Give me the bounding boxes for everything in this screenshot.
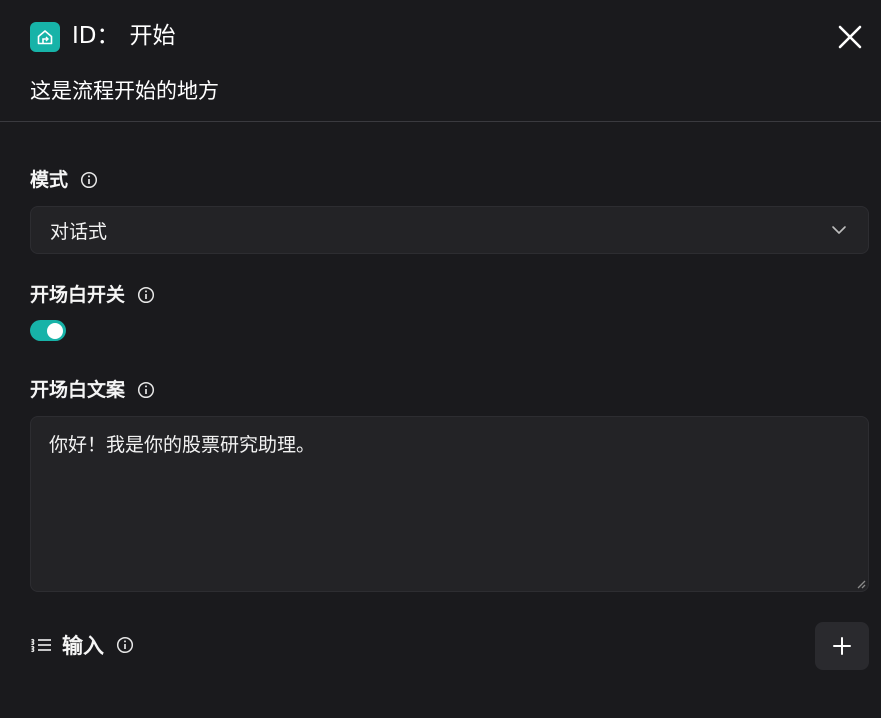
info-icon[interactable]: [137, 286, 155, 304]
plus-icon: [833, 637, 851, 655]
opening-switch-toggle[interactable]: [30, 320, 66, 341]
id-label: ID：: [72, 23, 120, 49]
close-button[interactable]: [833, 20, 867, 54]
add-input-button[interactable]: [815, 622, 869, 670]
info-icon[interactable]: [80, 171, 98, 189]
opening-text-textarea[interactable]: 你好！我是你的股票研究助理。: [30, 416, 869, 592]
home-flow-icon: [30, 22, 60, 52]
resize-handle-icon[interactable]: [854, 577, 866, 589]
inputs-label: 输入: [62, 634, 104, 658]
close-icon: [838, 25, 862, 49]
opening-switch-label-row: 开场白开关: [30, 281, 155, 309]
node-name: 开始: [129, 23, 176, 49]
list-icon: [30, 638, 51, 653]
panel-header: ID： 开始 这是流程开始的地方: [0, 0, 881, 122]
opening-text-label-row: 开场白文案: [30, 376, 155, 404]
mode-label-row: 模式: [30, 166, 98, 194]
node-description: 这是流程开始的地方: [30, 79, 219, 103]
mode-select[interactable]: 对话式: [30, 206, 869, 254]
info-icon[interactable]: [137, 381, 155, 399]
inputs-section-header: 输入: [30, 630, 134, 660]
opening-switch-label: 开场白开关: [30, 284, 126, 306]
info-icon[interactable]: [116, 636, 134, 654]
opening-text-value: 你好！我是你的股票研究助理。: [49, 434, 316, 456]
node-title: ID： 开始: [72, 20, 176, 52]
mode-select-value: 对话式: [50, 220, 108, 243]
chevron-down-icon: [832, 226, 846, 234]
toggle-knob: [47, 322, 63, 339]
node-settings-panel: ID： 开始 这是流程开始的地方 模式 对话式 开场白开关 开场白文案 你好！我…: [0, 0, 881, 718]
mode-label: 模式: [30, 169, 69, 191]
opening-text-label: 开场白文案: [30, 379, 126, 401]
